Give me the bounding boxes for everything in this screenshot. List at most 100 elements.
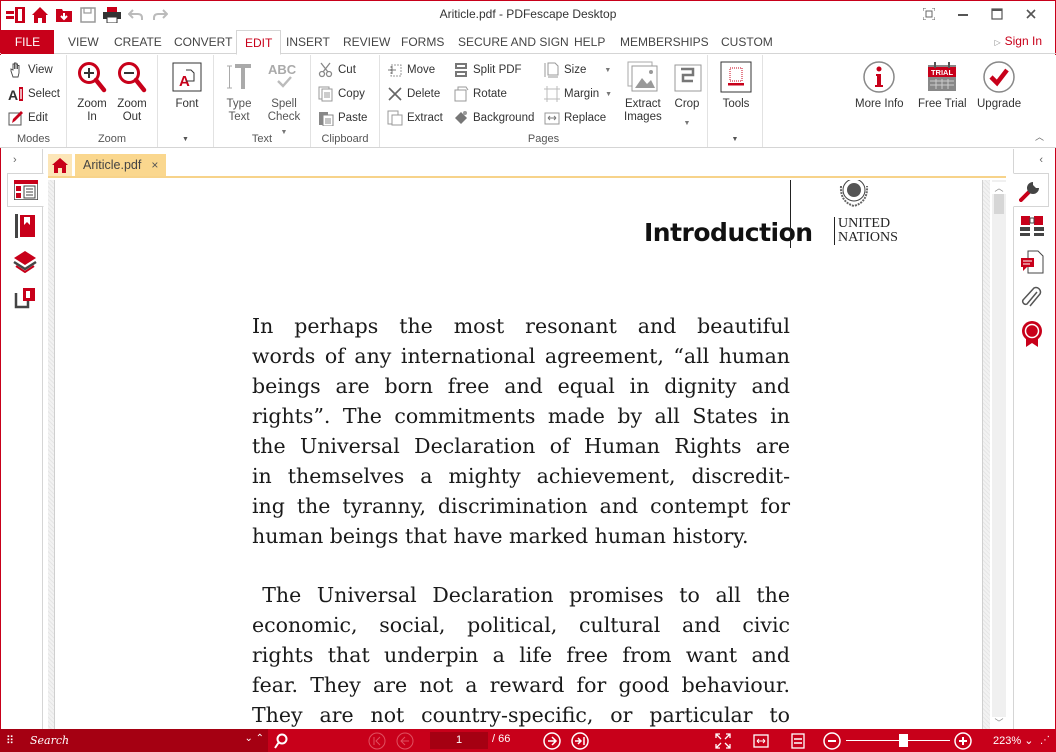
minimize-icon[interactable] [946,3,980,25]
collapse-ribbon-icon[interactable]: ︿ [1035,130,1044,143]
close-tab-icon[interactable]: × [151,158,158,172]
size-dropdown-icon[interactable]: ▼ [604,67,611,74]
paste-button[interactable]: Paste [318,108,367,128]
edit-mode-button[interactable]: Edit [8,108,48,128]
view-mode-button[interactable]: View [8,60,53,80]
split-pdf-button[interactable]: Split PDF [453,60,522,80]
zoom-level[interactable]: 223% ⌄ [993,734,1033,747]
search-icon[interactable] [272,732,290,750]
copy-button[interactable]: Copy [318,84,365,104]
scrollbar-thumb[interactable] [994,194,1004,214]
tools-button[interactable]: Tools [719,59,753,111]
margin-icon [544,86,560,102]
grid-menu-icon[interactable]: ⠿ [6,734,14,747]
replace-label: Replace [564,112,607,124]
previous-page-icon[interactable] [396,732,414,750]
margin-label: Margin [564,88,600,100]
un-emblem-icon [832,180,876,208]
expand-left-panel-icon[interactable]: › [13,154,17,166]
tab-file[interactable]: FILE [1,30,54,54]
delete-page-button[interactable]: Delete [387,84,440,104]
tab-secure-and-sign[interactable]: SECURE AND SIGN [450,30,577,54]
replace-button[interactable]: Replace [544,108,606,128]
spell-check-button[interactable]: ABC Spell Check ▼ [267,59,301,139]
margin-dropdown-icon[interactable]: ▼ [605,91,612,98]
vertical-scrollbar[interactable]: ︿ ﹀ [992,180,1006,729]
first-page-icon[interactable] [368,732,386,750]
scroll-down-icon[interactable]: ﹀ [992,717,1006,729]
zoom-out-status-icon[interactable] [823,732,841,750]
font-icon: A [170,59,204,95]
search-nav-arrows[interactable]: ⌄ ⌃ [244,733,264,744]
attachments-button[interactable] [1014,281,1050,315]
comments-panel-button[interactable] [1014,245,1050,279]
bookmarks-panel-button[interactable] [7,209,43,243]
move-page-button[interactable]: Move [387,60,435,80]
tools-panel-button[interactable] [1013,173,1049,207]
extract-images-label-1: Extract [624,98,661,110]
upgrade-button[interactable]: Upgrade [977,59,1021,111]
fit-page-icon[interactable] [789,732,807,750]
search-input[interactable]: Search [30,734,69,747]
sign-in-link[interactable]: ▷ Sign In [994,30,1042,54]
tools-group-expand-icon[interactable]: ▼ [708,136,762,143]
fullscreen-icon[interactable] [714,732,732,750]
search-box[interactable]: ⠿ Search ⌄ ⌃ [0,729,268,752]
thumbnails-panel-button[interactable] [7,173,44,207]
font-button[interactable]: A Font [170,59,204,111]
tab-custom[interactable]: CUSTOM [713,30,781,54]
font-group-expand-icon[interactable]: ▼ [158,136,213,143]
document-tab[interactable]: Ariticle.pdf × [75,154,167,176]
zoom-dropdown-icon[interactable]: ⌄ [1024,735,1033,747]
tab-edit[interactable]: EDIT [236,30,282,55]
pages-group: Move Delete Extract Split PDF Rotate Bac… [380,55,708,147]
zoom-in-button[interactable]: Zoom In [75,59,109,124]
rotate-button[interactable]: Rotate [453,84,507,104]
extract-images-icon [626,59,660,95]
find-panel-button[interactable] [1014,209,1050,243]
layers-panel-button[interactable] [7,245,43,279]
fit-width-icon[interactable] [752,732,770,750]
clipboard-group-label: Clipboard [321,133,369,145]
tab-insert[interactable]: INSERT [278,30,338,54]
page-number-input[interactable]: 1 [430,732,488,749]
document-viewer[interactable]: Introduction UNITED NATIONS In perhaps t… [48,180,1006,729]
crop-dropdown-icon[interactable]: ▼ [684,117,691,130]
tab-view[interactable]: VIEW [60,30,107,54]
background-button[interactable]: Background [453,108,534,128]
zoom-slider-thumb[interactable] [898,734,908,747]
close-icon[interactable] [1014,3,1048,25]
tab-memberships[interactable]: MEMBERSHIPS [612,30,717,54]
margin-button[interactable]: Margin ▼ [544,84,612,104]
type-text-label-1: Type [226,98,252,110]
tab-help[interactable]: HELP [566,30,613,54]
zoom-in-status-icon[interactable] [954,732,972,750]
type-text-button[interactable]: Type Text [222,59,256,124]
tab-create[interactable]: CREATE [106,30,170,54]
svg-text:ABC: ABC [268,62,297,77]
last-page-icon[interactable] [571,732,589,750]
extract-images-button[interactable]: Extract Images [624,59,662,124]
size-button[interactable]: Size ▼ [544,60,611,80]
next-page-icon[interactable] [543,732,561,750]
resize-grip-icon[interactable]: ⋰ [1040,735,1050,746]
select-mode-button[interactable]: A Select [8,84,60,104]
extract-page-button[interactable]: Extract [387,108,443,128]
crop-button[interactable]: Crop ▼ [670,59,704,130]
certify-panel-button[interactable] [1014,317,1050,351]
tab-review[interactable]: REVIEW [335,30,398,54]
free-trial-button[interactable]: TRIAL Free Trial [918,59,967,111]
maximize-icon[interactable] [980,3,1014,25]
more-info-button[interactable]: More Info [855,59,904,111]
window-title: Ariticle.pdf - PDFescape Desktop [439,7,617,21]
tab-convert[interactable]: CONVERT [166,30,240,54]
cut-button[interactable]: Cut [318,60,356,80]
zoom-out-button[interactable]: Zoom Out [115,59,149,124]
home-tab[interactable] [48,154,72,176]
scroll-up-icon[interactable]: ︿ [992,182,1006,194]
attachments-panel-button[interactable] [7,281,43,315]
pdf-page[interactable]: Introduction UNITED NATIONS In perhaps t… [56,180,982,729]
restore-view-icon[interactable] [912,3,946,25]
tab-forms[interactable]: FORMS [393,30,452,54]
expand-right-panel-icon[interactable]: ‹ [1039,154,1043,166]
